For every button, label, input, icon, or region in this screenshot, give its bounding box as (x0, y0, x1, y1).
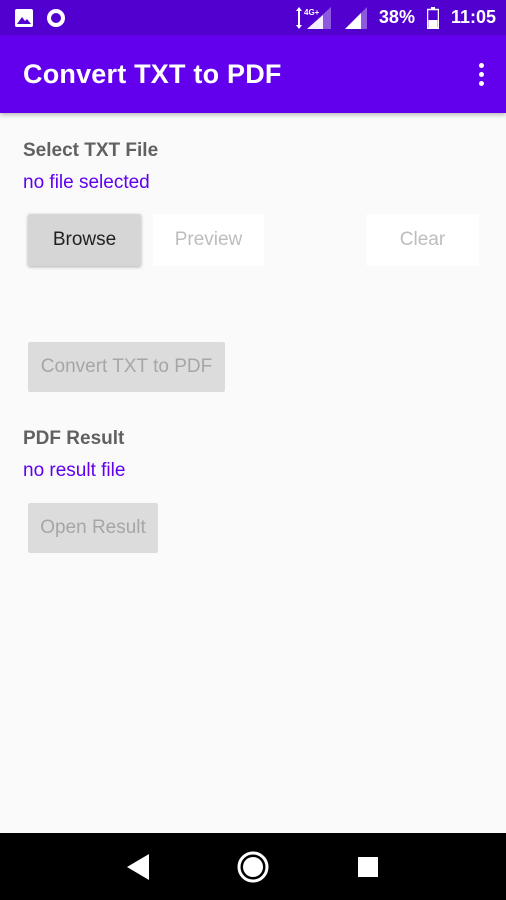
browse-button[interactable]: Browse (28, 214, 141, 266)
more-vert-icon[interactable] (475, 57, 488, 92)
status-left (14, 8, 66, 28)
battery-icon (426, 6, 439, 29)
clear-button[interactable]: Clear (366, 214, 479, 266)
app-bar: Convert TXT to PDF (0, 35, 506, 113)
pdf-result-label: PDF Result (23, 428, 125, 449)
signal-icon (344, 6, 367, 29)
image-notification-icon (14, 8, 34, 28)
clock: 11:05 (450, 7, 496, 27)
convert-button[interactable]: Convert TXT to PDF (28, 342, 225, 392)
battery-percent: 38% (378, 7, 415, 27)
preview-button[interactable]: Preview (153, 214, 264, 266)
status-bar: 4G+ 38% 11:05 (0, 0, 506, 35)
open-result-button[interactable]: Open Result (28, 503, 158, 553)
navigation-bar (0, 833, 506, 900)
result-file-value: no result file (23, 460, 126, 481)
back-icon[interactable] (108, 837, 168, 897)
selected-file-value: no file selected (23, 172, 150, 193)
network-badge: 4G+ (304, 8, 320, 17)
record-notification-icon (46, 8, 66, 28)
select-txt-label: Select TXT File (23, 140, 159, 161)
main-content: Select TXT File no file selected Browse … (0, 113, 506, 833)
status-right: 4G+ 38% 11:05 (293, 6, 496, 29)
mobile-data-icon: 4G+ (293, 6, 333, 29)
app-title: Convert TXT to PDF (23, 58, 282, 89)
recents-icon[interactable] (338, 837, 398, 897)
more-vert-dot (479, 71, 484, 77)
more-vert-dot (479, 80, 484, 86)
home-icon[interactable] (223, 837, 283, 897)
more-vert-dot (479, 62, 484, 68)
